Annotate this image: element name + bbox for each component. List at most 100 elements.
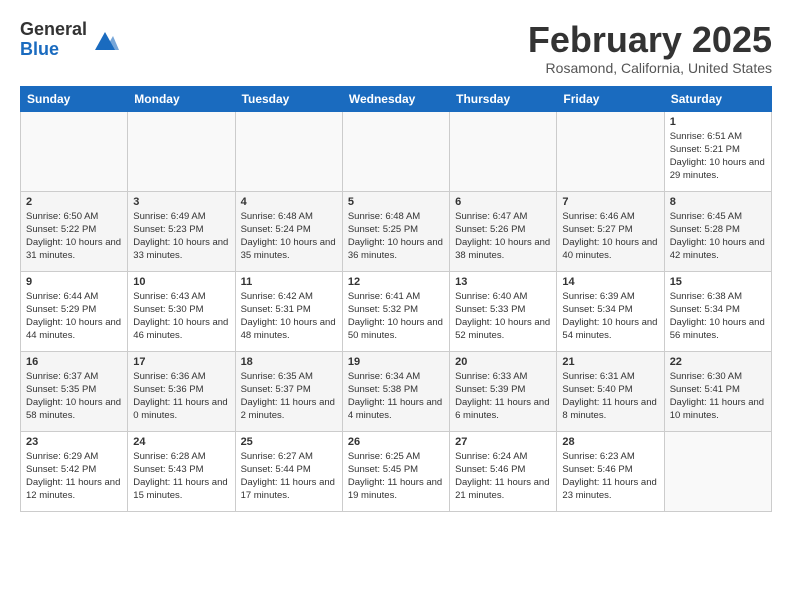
logo-icon bbox=[91, 26, 119, 54]
day-number: 21 bbox=[562, 356, 658, 368]
day-info: Sunrise: 6:42 AM Sunset: 5:31 PM Dayligh… bbox=[241, 290, 337, 343]
logo-blue: Blue bbox=[20, 40, 87, 60]
week-row-2: 2 Sunrise: 6:50 AM Sunset: 5:22 PM Daylig… bbox=[21, 191, 772, 271]
day-number: 26 bbox=[348, 436, 444, 448]
day-cell: 5Sunrise: 6:48 AM Sunset: 5:25 PM Daylig… bbox=[342, 191, 449, 271]
day-info: Sunrise: 6:51 AM Sunset: 5:21 PM Dayligh… bbox=[670, 130, 766, 183]
day-info: Sunrise: 6:50 AM Sunset: 5:22 PM Dayligh… bbox=[26, 210, 122, 263]
day-number: 19 bbox=[348, 356, 444, 368]
day-number: 2 bbox=[26, 196, 122, 208]
day-info: Sunrise: 6:36 AM Sunset: 5:36 PM Dayligh… bbox=[133, 370, 229, 423]
day-cell: 27 Sunrise: 6:24 AM Sunset: 5:46 PM Dayli… bbox=[450, 431, 557, 511]
day-cell: 4 Sunrise: 6:48 AM Sunset: 5:24 PM Daylig… bbox=[235, 191, 342, 271]
day-number: 18 bbox=[241, 356, 337, 368]
header: General Blue February 2025 Rosamond, Cal… bbox=[20, 20, 772, 76]
week-row-4: 16 Sunrise: 6:37 AM Sunset: 5:35 PM Dayli… bbox=[21, 351, 772, 431]
day-number: 3 bbox=[133, 196, 229, 208]
day-info: Sunrise: 6:43 AM Sunset: 5:30 PM Dayligh… bbox=[133, 290, 229, 343]
day-cell: 21 Sunrise: 6:31 AM Sunset: 5:40 PM Dayli… bbox=[557, 351, 664, 431]
day-number: 12 bbox=[348, 276, 444, 288]
day-cell: 16 Sunrise: 6:37 AM Sunset: 5:35 PM Dayli… bbox=[21, 351, 128, 431]
day-number: 9 bbox=[26, 276, 122, 288]
day-info: Sunrise: 6:29 AM Sunset: 5:42 PM Dayligh… bbox=[26, 450, 122, 503]
weekday-header-row: SundayMondayTuesdayWednesdayThursdayFrid… bbox=[21, 86, 772, 111]
day-number: 24 bbox=[133, 436, 229, 448]
day-cell: 19 Sunrise: 6:34 AM Sunset: 5:38 PM Dayli… bbox=[342, 351, 449, 431]
day-info: Sunrise: 6:33 AM Sunset: 5:39 PM Dayligh… bbox=[455, 370, 551, 423]
calendar: SundayMondayTuesdayWednesdayThursdayFrid… bbox=[20, 86, 772, 512]
day-number: 10 bbox=[133, 276, 229, 288]
logo: General Blue bbox=[20, 20, 119, 60]
day-info: Sunrise: 6:34 AM Sunset: 5:38 PM Dayligh… bbox=[348, 370, 444, 423]
week-row-5: 23Sunrise: 6:29 AM Sunset: 5:42 PM Dayli… bbox=[21, 431, 772, 511]
day-info: Sunrise: 6:47 AM Sunset: 5:26 PM Dayligh… bbox=[455, 210, 551, 263]
day-info: Sunrise: 6:28 AM Sunset: 5:43 PM Dayligh… bbox=[133, 450, 229, 503]
day-cell bbox=[21, 111, 128, 191]
day-info: Sunrise: 6:30 AM Sunset: 5:41 PM Dayligh… bbox=[670, 370, 766, 423]
day-info: Sunrise: 6:31 AM Sunset: 5:40 PM Dayligh… bbox=[562, 370, 658, 423]
day-number: 7 bbox=[562, 196, 658, 208]
day-info: Sunrise: 6:24 AM Sunset: 5:46 PM Dayligh… bbox=[455, 450, 551, 503]
day-info: Sunrise: 6:48 AM Sunset: 5:24 PM Dayligh… bbox=[241, 210, 337, 263]
day-number: 22 bbox=[670, 356, 766, 368]
day-cell bbox=[450, 111, 557, 191]
location: Rosamond, California, United States bbox=[528, 60, 772, 76]
day-info: Sunrise: 6:45 AM Sunset: 5:28 PM Dayligh… bbox=[670, 210, 766, 263]
day-info: Sunrise: 6:41 AM Sunset: 5:32 PM Dayligh… bbox=[348, 290, 444, 343]
day-cell bbox=[342, 111, 449, 191]
day-cell bbox=[664, 431, 771, 511]
day-number: 4 bbox=[241, 196, 337, 208]
day-number: 15 bbox=[670, 276, 766, 288]
day-cell: 12 Sunrise: 6:41 AM Sunset: 5:32 PM Dayli… bbox=[342, 271, 449, 351]
day-number: 13 bbox=[455, 276, 551, 288]
day-cell: 18 Sunrise: 6:35 AM Sunset: 5:37 PM Dayli… bbox=[235, 351, 342, 431]
day-cell: 23Sunrise: 6:29 AM Sunset: 5:42 PM Dayli… bbox=[21, 431, 128, 511]
day-cell: 28Sunrise: 6:23 AM Sunset: 5:46 PM Dayli… bbox=[557, 431, 664, 511]
day-info: Sunrise: 6:27 AM Sunset: 5:44 PM Dayligh… bbox=[241, 450, 337, 503]
day-cell: 9 Sunrise: 6:44 AM Sunset: 5:29 PM Daylig… bbox=[21, 271, 128, 351]
day-cell: 1 Sunrise: 6:51 AM Sunset: 5:21 PM Daylig… bbox=[664, 111, 771, 191]
day-cell: 2 Sunrise: 6:50 AM Sunset: 5:22 PM Daylig… bbox=[21, 191, 128, 271]
day-info: Sunrise: 6:35 AM Sunset: 5:37 PM Dayligh… bbox=[241, 370, 337, 423]
day-info: Sunrise: 6:38 AM Sunset: 5:34 PM Dayligh… bbox=[670, 290, 766, 343]
day-cell: 20 Sunrise: 6:33 AM Sunset: 5:39 PM Dayli… bbox=[450, 351, 557, 431]
day-cell: 10 Sunrise: 6:43 AM Sunset: 5:30 PM Dayli… bbox=[128, 271, 235, 351]
day-info: Sunrise: 6:25 AM Sunset: 5:45 PM Dayligh… bbox=[348, 450, 444, 503]
day-info: Sunrise: 6:44 AM Sunset: 5:29 PM Dayligh… bbox=[26, 290, 122, 343]
day-info: Sunrise: 6:37 AM Sunset: 5:35 PM Dayligh… bbox=[26, 370, 122, 423]
weekday-header-sunday: Sunday bbox=[21, 86, 128, 111]
day-number: 17 bbox=[133, 356, 229, 368]
day-cell: 17 Sunrise: 6:36 AM Sunset: 5:36 PM Dayli… bbox=[128, 351, 235, 431]
logo-general: General bbox=[20, 20, 87, 40]
day-cell: 25 Sunrise: 6:27 AM Sunset: 5:44 PM Dayli… bbox=[235, 431, 342, 511]
day-cell bbox=[235, 111, 342, 191]
day-number: 16 bbox=[26, 356, 122, 368]
day-cell: 24 Sunrise: 6:28 AM Sunset: 5:43 PM Dayli… bbox=[128, 431, 235, 511]
day-number: 20 bbox=[455, 356, 551, 368]
logo-text: General Blue bbox=[20, 20, 87, 60]
day-cell: 7 Sunrise: 6:46 AM Sunset: 5:27 PM Daylig… bbox=[557, 191, 664, 271]
weekday-header-saturday: Saturday bbox=[664, 86, 771, 111]
weekday-header-thursday: Thursday bbox=[450, 86, 557, 111]
day-info: Sunrise: 6:49 AM Sunset: 5:23 PM Dayligh… bbox=[133, 210, 229, 263]
day-number: 27 bbox=[455, 436, 551, 448]
day-cell: 11Sunrise: 6:42 AM Sunset: 5:31 PM Dayli… bbox=[235, 271, 342, 351]
day-cell: 15 Sunrise: 6:38 AM Sunset: 5:34 PM Dayli… bbox=[664, 271, 771, 351]
day-number: 1 bbox=[670, 116, 766, 128]
day-cell: 26 Sunrise: 6:25 AM Sunset: 5:45 PM Dayli… bbox=[342, 431, 449, 511]
day-number: 14 bbox=[562, 276, 658, 288]
day-cell bbox=[128, 111, 235, 191]
page: General Blue February 2025 Rosamond, Cal… bbox=[0, 0, 792, 522]
week-row-3: 9 Sunrise: 6:44 AM Sunset: 5:29 PM Daylig… bbox=[21, 271, 772, 351]
day-cell: 14Sunrise: 6:39 AM Sunset: 5:34 PM Dayli… bbox=[557, 271, 664, 351]
month-title: February 2025 bbox=[528, 20, 772, 60]
day-number: 25 bbox=[241, 436, 337, 448]
day-number: 5 bbox=[348, 196, 444, 208]
title-block: February 2025 Rosamond, California, Unit… bbox=[528, 20, 772, 76]
weekday-header-friday: Friday bbox=[557, 86, 664, 111]
day-info: Sunrise: 6:23 AM Sunset: 5:46 PM Dayligh… bbox=[562, 450, 658, 503]
day-cell: 13Sunrise: 6:40 AM Sunset: 5:33 PM Dayli… bbox=[450, 271, 557, 351]
day-cell: 8Sunrise: 6:45 AM Sunset: 5:28 PM Daylig… bbox=[664, 191, 771, 271]
day-number: 6 bbox=[455, 196, 551, 208]
day-info: Sunrise: 6:46 AM Sunset: 5:27 PM Dayligh… bbox=[562, 210, 658, 263]
